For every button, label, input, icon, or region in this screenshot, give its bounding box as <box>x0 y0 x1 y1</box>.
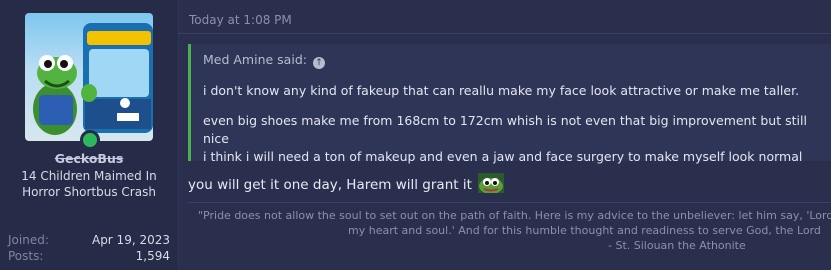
post-timestamp[interactable]: Today at 1:08 PM <box>189 13 292 27</box>
quote-line-2b: i think i will need a ton of makeup and … <box>203 149 803 164</box>
username[interactable]: GeckoBus <box>0 151 178 166</box>
quote-paragraph-1: i don't know any kind of fakeup that can… <box>203 83 800 98</box>
quote-line-2a: even big shoes make me from 168cm to 172… <box>203 113 807 146</box>
posts-label: Posts: <box>8 249 44 263</box>
quote-block: Med Amine said: ↑ i don't know any kind o… <box>188 44 831 164</box>
quote-header[interactable]: Med Amine said: ↑ <box>203 52 325 69</box>
header-divider <box>178 33 831 34</box>
post-main: Today at 1:08 PM Med Amine said: ↑ i don'… <box>178 0 831 270</box>
signature-attribution: - St. Silouan the Athonite <box>608 239 746 252</box>
signature-line-1: "Pride does not allow the soul to set ou… <box>198 209 831 222</box>
quote-author[interactable]: Med Amine said: <box>203 52 307 67</box>
avatar[interactable] <box>25 13 153 141</box>
user-sidebar: GeckoBus 14 Children Maimed In Horror Sh… <box>0 0 179 270</box>
arrow-up-icon[interactable]: ↑ <box>312 57 325 69</box>
user-title: 14 Children Maimed In Horror Shortbus Cr… <box>21 169 157 199</box>
joined-value: Apr 19, 2023 <box>91 233 170 247</box>
avatar-image <box>33 23 153 135</box>
signature-divider <box>188 202 831 203</box>
posts-value[interactable]: 1,594 <box>136 249 170 263</box>
pepe-emoji-icon <box>478 173 505 193</box>
joined-label: Joined: <box>8 233 49 247</box>
quote-paragraph-2: even big shoes make me from 168cm to 172… <box>203 112 828 166</box>
forum-post: GeckoBus 14 Children Maimed In Horror Sh… <box>0 0 831 270</box>
reply-text: you will get it one day, Harem will gran… <box>188 177 472 193</box>
reply-message: you will get it one day, Harem will gran… <box>188 173 505 193</box>
online-status-dot <box>80 130 100 150</box>
signature: "Pride does not allow the soul to set ou… <box>188 208 831 253</box>
signature-line-2: my heart and soul.' And for this humble … <box>348 224 821 237</box>
quote-body: i don't know any kind of fakeup that can… <box>203 82 828 166</box>
